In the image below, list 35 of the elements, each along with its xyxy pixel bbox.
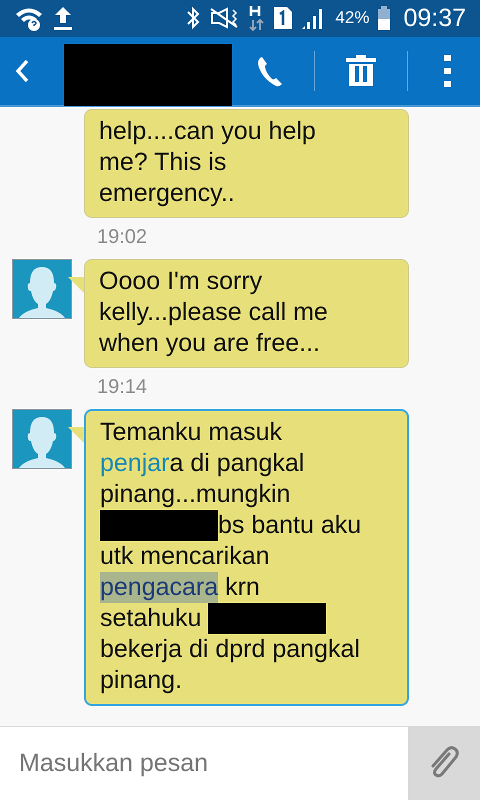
- message-text: bs bantu aku: [218, 510, 362, 541]
- message-time: 19:02: [97, 226, 148, 249]
- message-text: pinang...mungkin: [100, 478, 290, 510]
- message-input[interactable]: Masukkan pesan: [0, 726, 408, 800]
- attach-button[interactable]: [408, 726, 480, 800]
- bubble-tail: [68, 276, 84, 293]
- message-text: bekerja di dprd pangkal: [100, 634, 360, 665]
- message-text: emergency..: [99, 178, 235, 209]
- message-text: Oooo I'm sorry: [99, 266, 262, 297]
- message-text: a di pangkal: [170, 448, 304, 479]
- sim-icon: [273, 6, 294, 30]
- message-time: 19:14: [97, 376, 148, 399]
- clock: 09:37: [403, 4, 466, 33]
- back-icon[interactable]: [14, 58, 30, 84]
- message-text: krn: [224, 572, 260, 603]
- highlighted-text: pengacara: [100, 572, 218, 603]
- bubble-tail: [68, 426, 84, 443]
- bluetooth-icon: [185, 5, 202, 32]
- menu-icon[interactable]: [444, 54, 452, 87]
- battery-percentage: 42%: [335, 8, 370, 28]
- message-text: kelly...please call me: [99, 296, 328, 328]
- network-type-icon: [249, 4, 266, 32]
- message-text: help....can you help: [99, 116, 316, 147]
- message-text: me? This is: [99, 146, 226, 178]
- message-bubble[interactable]: help....can you help me? This is emergency..: [84, 108, 409, 218]
- message-text: pinang.: [100, 664, 182, 696]
- message-text: Temanku masuk: [100, 416, 282, 448]
- message-text: utk mencarikan: [100, 540, 270, 572]
- battery-icon: [377, 5, 392, 32]
- message-text: setahuku: [100, 602, 202, 634]
- delete-icon[interactable]: [345, 54, 377, 87]
- upload-icon: [52, 5, 74, 32]
- message-bubble[interactable]: Oooo I'm sorry kelly...please call me when you are free...: [84, 258, 409, 368]
- message-bubble[interactable]: Temanku masuk penjara di pangkal pinang...mungkin bs bantu aku utk mencarikan pengacara krn setahuku bekerja di dprd pangkal pinang.: [84, 408, 409, 706]
- message-text: when you are free...: [99, 328, 320, 359]
